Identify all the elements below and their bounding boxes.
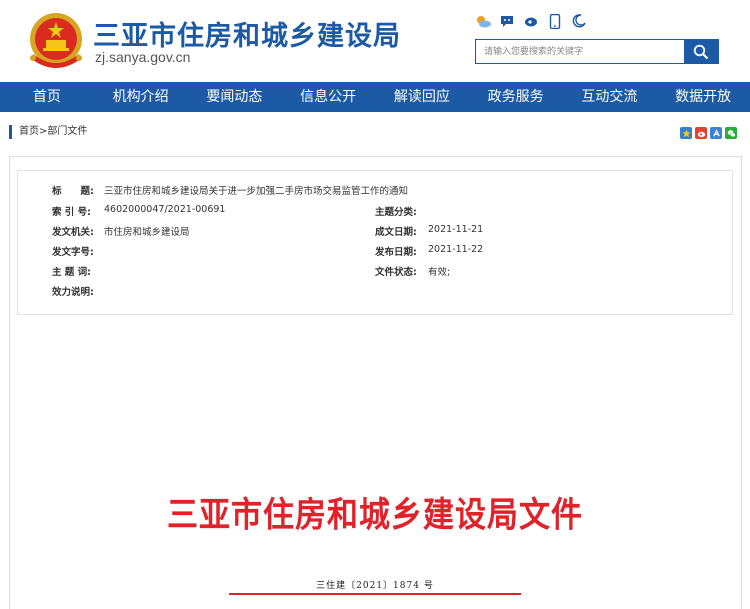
main-nav: 首页 机构介绍 要闻动态 信息公开 解读回应 政务服务 互动交流 数据开放 [0,82,750,112]
site-header: 三亚市住房和城乡建设局 zj.sanya.gov.cn [0,0,750,82]
share-icons [680,127,737,139]
site-title[interactable]: 三亚市住房和城乡建设局 [93,14,401,53]
meta-created-label: 成文日期: [375,227,417,238]
meta-published-value: 2021-11-22 [428,244,484,255]
meta-issuer-label: 发文机关: [52,227,94,238]
mobile-icon[interactable] [546,12,564,30]
wechat-share-icon[interactable] [725,127,737,139]
weather-icon[interactable] [474,12,492,30]
national-emblem-icon[interactable] [27,10,85,70]
meta-published-label: 发布日期: [375,247,417,258]
breadcrumb-marker [9,125,12,139]
nav-item-services[interactable]: 政务服务 [469,82,563,112]
document-number: 三住建〔2021〕1874 号 [316,581,434,591]
search-icon [693,44,709,59]
tool-icons [474,12,588,30]
meta-status-value: 有效; [428,267,451,278]
breadcrumb-home-link[interactable]: 首页 [19,126,39,137]
nav-item-news[interactable]: 要闻动态 [188,82,282,112]
document-header-title: 三亚市住房和城乡建设局文件 [167,495,583,536]
meta-created-value: 2021-11-21 [428,224,484,235]
nav-item-organization[interactable]: 机构介绍 [94,82,188,112]
meta-index-label: 索 引 号: [52,207,91,218]
weibo-icon[interactable] [522,12,540,30]
nav-item-interpretation[interactable]: 解读回应 [375,82,469,112]
nav-item-disclosure[interactable]: 信息公开 [281,82,375,112]
document-red-rule [229,593,521,595]
wechat-icon[interactable] [498,12,516,30]
search-input[interactable] [476,40,686,63]
meta-docno-label: 发文字号: [52,247,94,258]
other-share-icon[interactable] [710,127,722,139]
meta-index-value: 4602000047/2021-00691 [104,204,226,215]
document-meta-table: 标 题: 三亚市住房和城乡建设局关于进一步加强二手房市场交易监管工作的通知 索 … [17,170,733,315]
nav-item-interaction[interactable]: 互动交流 [563,82,657,112]
site-url: zj.sanya.gov.cn [95,49,191,65]
breadcrumb: 首页>部门文件 [0,124,750,142]
breadcrumb-current-link[interactable]: 部门文件 [47,126,87,137]
meta-status-label: 文件状态: [375,267,417,278]
nav-item-open-data[interactable]: 数据开放 [656,82,750,112]
meta-keywords-label: 主 题 词: [52,267,91,278]
search-box [475,39,719,64]
weibo-share-icon[interactable] [695,127,707,139]
night-mode-icon[interactable] [570,12,588,30]
qzone-share-icon[interactable] [680,127,692,139]
meta-topic-label: 主题分类: [375,207,417,218]
meta-title-value: 三亚市住房和城乡建设局关于进一步加强二手房市场交易监管工作的通知 [104,186,409,197]
nav-item-home[interactable]: 首页 [0,82,94,112]
meta-effect-label: 效力说明: [52,287,94,298]
search-button[interactable] [684,40,718,63]
meta-title-label: 标 题: [52,186,94,197]
breadcrumb-path: 首页>部门文件 [19,125,87,139]
meta-issuer-value: 市住房和城乡建设局 [104,227,190,238]
